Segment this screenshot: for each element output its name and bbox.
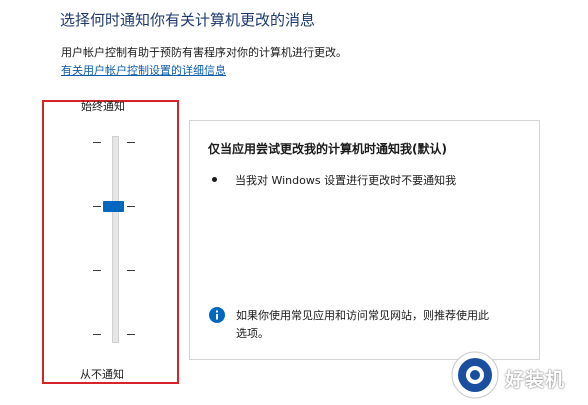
slider-tick-right-4 [127,334,135,335]
panel-info-line-2: 选项。 [236,327,269,340]
slider-tick-right-2 [127,206,135,207]
slider-tick-right-3 [127,270,135,271]
watermark-text: 好装机 [505,369,566,391]
panel-info-line-1: 如果你使用常见应用和访问常见网站，则推荐使用此 [236,309,489,322]
info-icon [209,307,225,323]
page-title: 选择何时通知你有关计算机更改的消息 [60,11,316,29]
panel-heading: 仅当应用尝试更改我的计算机时通知我(默认) [208,142,447,156]
slider-tick-left-2 [93,206,101,207]
slider-tick-left-4 [93,334,101,335]
slider-tick-left-1 [93,142,101,143]
bullet-icon [212,177,217,182]
slider-thumb[interactable] [103,201,124,212]
slider-tick-right-1 [127,142,135,143]
panel-info-text: 如果你使用常见应用和访问常见网站，则推荐使用此 选项。 [236,307,526,343]
uac-details-link[interactable]: 有关用户帐户控制设置的详细信息 [61,62,226,78]
uac-description: 用户帐户控制有助于预防有害程序对你的计算机进行更改。 [61,46,347,59]
slider-track[interactable] [112,136,119,343]
slider-bottom-label: 从不通知 [80,368,124,381]
slider-tick-left-3 [93,270,101,271]
watermark: 好装机 [451,351,588,401]
slider-top-label: 始终通知 [81,100,125,113]
slider-highlight-box [42,100,179,384]
panel-bullet-text: 当我对 Windows 设置进行更改时不要通知我 [235,174,457,187]
watermark-logo-icon [451,351,499,399]
